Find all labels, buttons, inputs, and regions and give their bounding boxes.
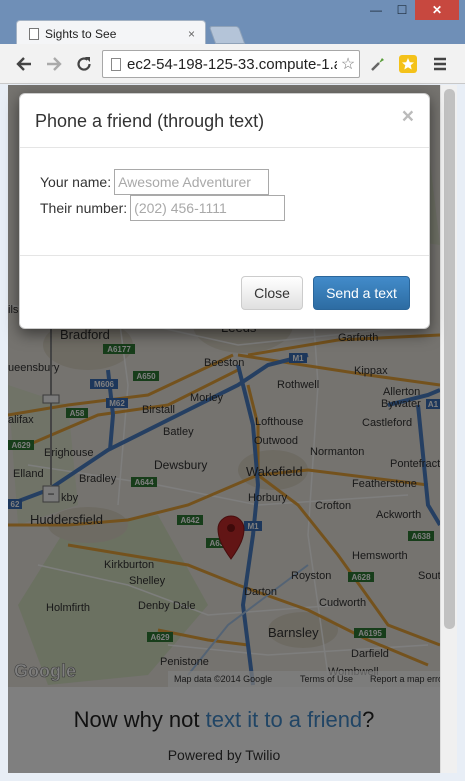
name-row: Your name: xyxy=(40,169,270,195)
page-icon xyxy=(29,27,39,40)
extension-star-icon[interactable] xyxy=(396,52,420,76)
page-scrollbar[interactable] xyxy=(440,85,457,773)
close-window-button[interactable]: ✕ xyxy=(415,0,459,20)
new-tab-button[interactable] xyxy=(208,26,246,44)
browser-toolbar: ec2-54-198-125-33.compute-1.amazonaws.co… xyxy=(0,44,465,84)
tab-close-icon[interactable]: × xyxy=(188,27,195,41)
back-icon[interactable] xyxy=(12,52,36,76)
forward-icon[interactable] xyxy=(42,52,66,76)
title-bar: — ☐ ✕ Sights to See × xyxy=(0,0,465,46)
phone-friend-modal: Phone a friend (through text) × Your nam… xyxy=(19,93,430,329)
url-text[interactable]: ec2-54-198-125-33.compute-1.amazonaws.co… xyxy=(127,56,337,73)
browser-tab[interactable]: Sights to See × xyxy=(16,20,206,46)
window-controls: — ☐ ✕ xyxy=(363,0,459,20)
address-bar[interactable]: ec2-54-198-125-33.compute-1.amazonaws.co… xyxy=(102,50,360,78)
browser-window: — ☐ ✕ Sights to See × ec2-54-198-125-33.… xyxy=(0,0,465,781)
star-icon[interactable]: ☆ xyxy=(337,54,359,74)
reload-icon[interactable] xyxy=(72,52,96,76)
modal-body: Your name: Their number: xyxy=(20,149,429,256)
menu-icon[interactable] xyxy=(428,52,452,76)
close-icon[interactable]: × xyxy=(402,105,414,129)
close-button[interactable]: Close xyxy=(241,276,303,310)
modal-footer: Close Send a text xyxy=(20,256,429,330)
extension-icon[interactable] xyxy=(366,52,390,76)
modal-title: Phone a friend (through text) xyxy=(35,111,265,131)
number-input[interactable] xyxy=(130,195,286,221)
number-label: Their number: xyxy=(40,200,128,216)
name-label: Your name: xyxy=(40,174,112,190)
minimize-button[interactable]: — xyxy=(363,0,389,20)
tab-title: Sights to See xyxy=(45,26,117,41)
maximize-button[interactable]: ☐ xyxy=(389,0,415,20)
send-text-button[interactable]: Send a text xyxy=(313,276,410,310)
modal-header: Phone a friend (through text) × xyxy=(20,94,429,148)
scrollbar-thumb[interactable] xyxy=(444,89,455,629)
number-row: Their number: xyxy=(40,195,286,221)
name-input[interactable] xyxy=(114,169,270,195)
page-icon xyxy=(111,57,121,71)
